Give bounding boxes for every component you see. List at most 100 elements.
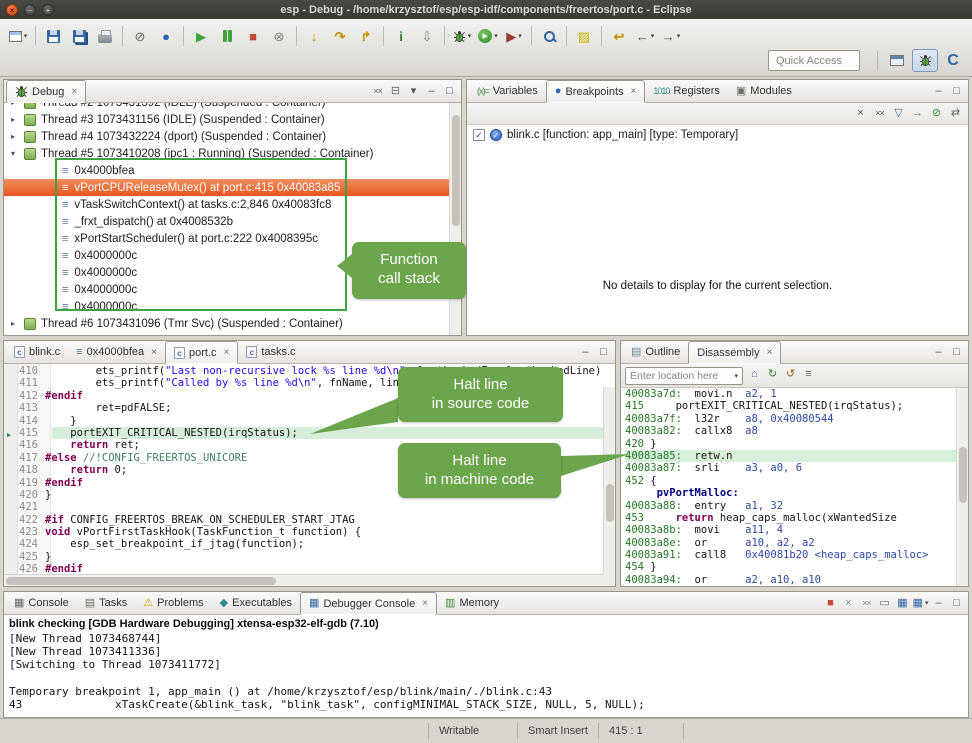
stack-frame-row[interactable]: ≡0x4000000c [4,298,449,315]
thread-row[interactable]: ▸Thread #2 1073431392 (IDLE) (Suspended … [4,103,449,111]
suspend-icon[interactable] [215,24,239,48]
tab-executables[interactable]: ◆Executables [212,592,300,614]
close-window-button[interactable]: × [6,4,18,16]
expand-arrow-icon[interactable]: ▸ [11,103,20,107]
code-line[interactable]: 418 return 0; [4,464,603,476]
code-line[interactable]: 423void vPortFirstTaskHook(TaskFunction_… [4,526,603,538]
maximize-icon[interactable]: □ [595,344,612,360]
code-line[interactable]: 426#endif [4,563,603,574]
run-button[interactable]: ▶▾ [476,24,500,48]
go-to-file-icon[interactable]: → [909,106,926,122]
code-line[interactable]: 414 } [4,415,603,427]
disasm-row[interactable]: 40083a87: srli a3, a0, 6 [625,462,956,474]
disconnect-icon[interactable]: ⊗ [267,24,291,48]
code-line[interactable]: 424 esp_set_breakpoint_if_jtag(function)… [4,538,603,550]
thread-row[interactable]: ▸Thread #6 1073431096 (Tmr Svc) (Suspend… [4,315,449,332]
maximize-icon[interactable]: □ [948,83,965,99]
tab-port-c[interactable]: cport.c× [165,341,238,364]
debug-perspective-button[interactable] [912,49,938,72]
breakpoints-list[interactable]: ✓✓blink.c [function: app_main] [type: Te… [467,125,968,335]
remove-all-launches-icon[interactable]: ×× [858,595,875,611]
code-line[interactable]: 410 ets_printf("Last non-recursive lock … [4,365,603,377]
refresh-icon[interactable]: ↻ [764,366,781,382]
close-tab-icon[interactable]: × [422,598,428,609]
step-into-icon[interactable]: ↓ [302,24,326,48]
minimize-icon[interactable]: – [930,83,947,99]
tab-debug[interactable]: Debug× [6,80,86,103]
tab-variables[interactable]: (x)=Variables [469,80,546,102]
remove-all-breakpoints-icon[interactable]: ×× [871,106,888,122]
disasm-row[interactable]: 40083a91: call8 0x40081b20 <heap_caps_ma… [625,549,956,561]
open-console-icon[interactable]: ▦▾ [912,595,929,611]
skip-all-breakpoints-icon[interactable]: ⊘ [928,106,945,122]
maximize-icon[interactable]: □ [948,344,965,360]
tab-registers[interactable]: 1010Registers [645,80,728,102]
search-icon[interactable] [537,24,561,48]
disasm-row[interactable]: 420 } [625,438,956,450]
stack-frame-row[interactable]: ≡vPortCPUReleaseMutex() at port.c:415 0x… [4,179,449,196]
expand-arrow-icon[interactable]: ▸ [11,115,20,124]
thread-row[interactable]: ▸Thread #4 1073432224 (dport) (Suspended… [4,128,449,145]
disasm-row[interactable]: 40083a94: or a2, a10, a10 [625,574,956,586]
tab-0x4000bfea[interactable]: ≡0x4000bfea× [68,341,165,363]
debug-button[interactable]: ▾ [450,24,474,48]
stack-frame-row[interactable]: ≡xPortStartScheduler() at port.c:222 0x4… [4,230,449,247]
scrollbar-thumb[interactable] [452,115,460,226]
code-line[interactable]: 415 portEXIT_CRITICAL_NESTED(irqStatus); [4,427,603,439]
stack-frame-row[interactable]: ≡0x4000bfea [4,162,449,179]
maximize-window-button[interactable]: + [42,4,54,16]
new-breakpoint-icon[interactable]: ● [154,24,178,48]
editor-horizontal-scrollbar[interactable] [4,574,603,586]
terminate-console-icon[interactable]: ■ [822,595,839,611]
expand-arrow-icon[interactable]: ▸ [11,132,20,141]
maximize-icon[interactable]: □ [441,83,458,99]
location-input[interactable]: Enter location here ▾ [625,367,743,385]
close-tab-icon[interactable]: × [223,347,229,358]
debug-scrollbar[interactable] [449,103,461,335]
disasm-row[interactable]: 40083a82: callx8 a8 [625,425,956,437]
tab-modules[interactable]: ▣Modules [728,80,800,102]
remove-breakpoint-icon[interactable]: × [852,106,869,122]
scrollbar-thumb[interactable] [606,484,614,521]
breakpoint-checkbox[interactable]: ✓ [473,129,485,141]
stack-frame-row[interactable]: ≡_frxt_dispatch() at 0x4008532b [4,213,449,230]
thread-row[interactable]: ▸Thread #3 1073431156 (IDLE) (Suspended … [4,111,449,128]
drop-to-frame-icon[interactable]: ⇩ [415,24,439,48]
tab-tasks[interactable]: ▤Tasks [77,592,136,614]
home-icon[interactable]: ⌂ [746,366,763,382]
thread-row[interactable]: ▾Thread #5 1073410208 (ipc1 : Running) (… [4,145,449,162]
resume-icon[interactable]: ▶ [189,24,213,48]
view-settings-icon[interactable]: ≡ [800,366,817,382]
disasm-row[interactable]: 415 portEXIT_CRITICAL_NESTED(irqStatus); [625,400,956,412]
instruction-stepping-icon[interactable]: i [389,24,413,48]
stack-frame-row[interactable]: ≡0x4000000c [4,281,449,298]
c-cpp-perspective-button[interactable]: C [940,49,966,72]
display-selected-console-icon[interactable]: ▦ [894,595,911,611]
code-line[interactable]: 422#if CONFIG_FREERTOS_BREAK_ON_SCHEDULE… [4,514,603,526]
tab-memory[interactable]: ▥Memory [437,592,507,614]
save-all-icon[interactable] [67,24,91,48]
sync-selection-icon[interactable]: ↺ [782,366,799,382]
disasm-row[interactable]: 453 return heap_caps_malloc(xWantedSize [625,512,956,524]
tab-disassembly[interactable]: Disassembly× [688,341,781,364]
disasm-row[interactable]: 40083a7d: movi.n a2, 1 [625,388,956,400]
code-line[interactable]: 420} [4,489,603,501]
tab-console[interactable]: ▦Console [6,592,77,614]
disasm-row[interactable]: 40083a85: retw.n [625,450,956,462]
view-menu-icon[interactable]: ▾ [405,83,422,99]
disasm-row[interactable]: 40083a88: entry a1, 32 [625,500,956,512]
maximize-icon[interactable]: □ [948,595,965,611]
code-line[interactable]: 417#else //!CONFIG_FREERTOS_UNICORE [4,452,603,464]
link-with-debug-icon[interactable]: ⇄ [947,106,964,122]
step-over-icon[interactable]: ↷ [328,24,352,48]
back-icon[interactable]: ←▾ [633,24,657,48]
code-editor[interactable]: 410 ets_printf("Last non-recursive lock … [4,364,615,586]
collapse-all-icon[interactable]: ⊟ [387,83,404,99]
expand-arrow-icon[interactable]: ▾ [11,149,20,158]
minimize-window-button[interactable]: – [24,4,36,16]
scrollbar-thumb[interactable] [959,447,967,502]
clear-console-icon[interactable]: ▭ [876,595,893,611]
tab-debugger-console[interactable]: ▦Debugger Console× [300,592,437,615]
close-tab-icon[interactable]: × [631,86,637,97]
tab-problems[interactable]: ⚠Problems [135,592,211,614]
